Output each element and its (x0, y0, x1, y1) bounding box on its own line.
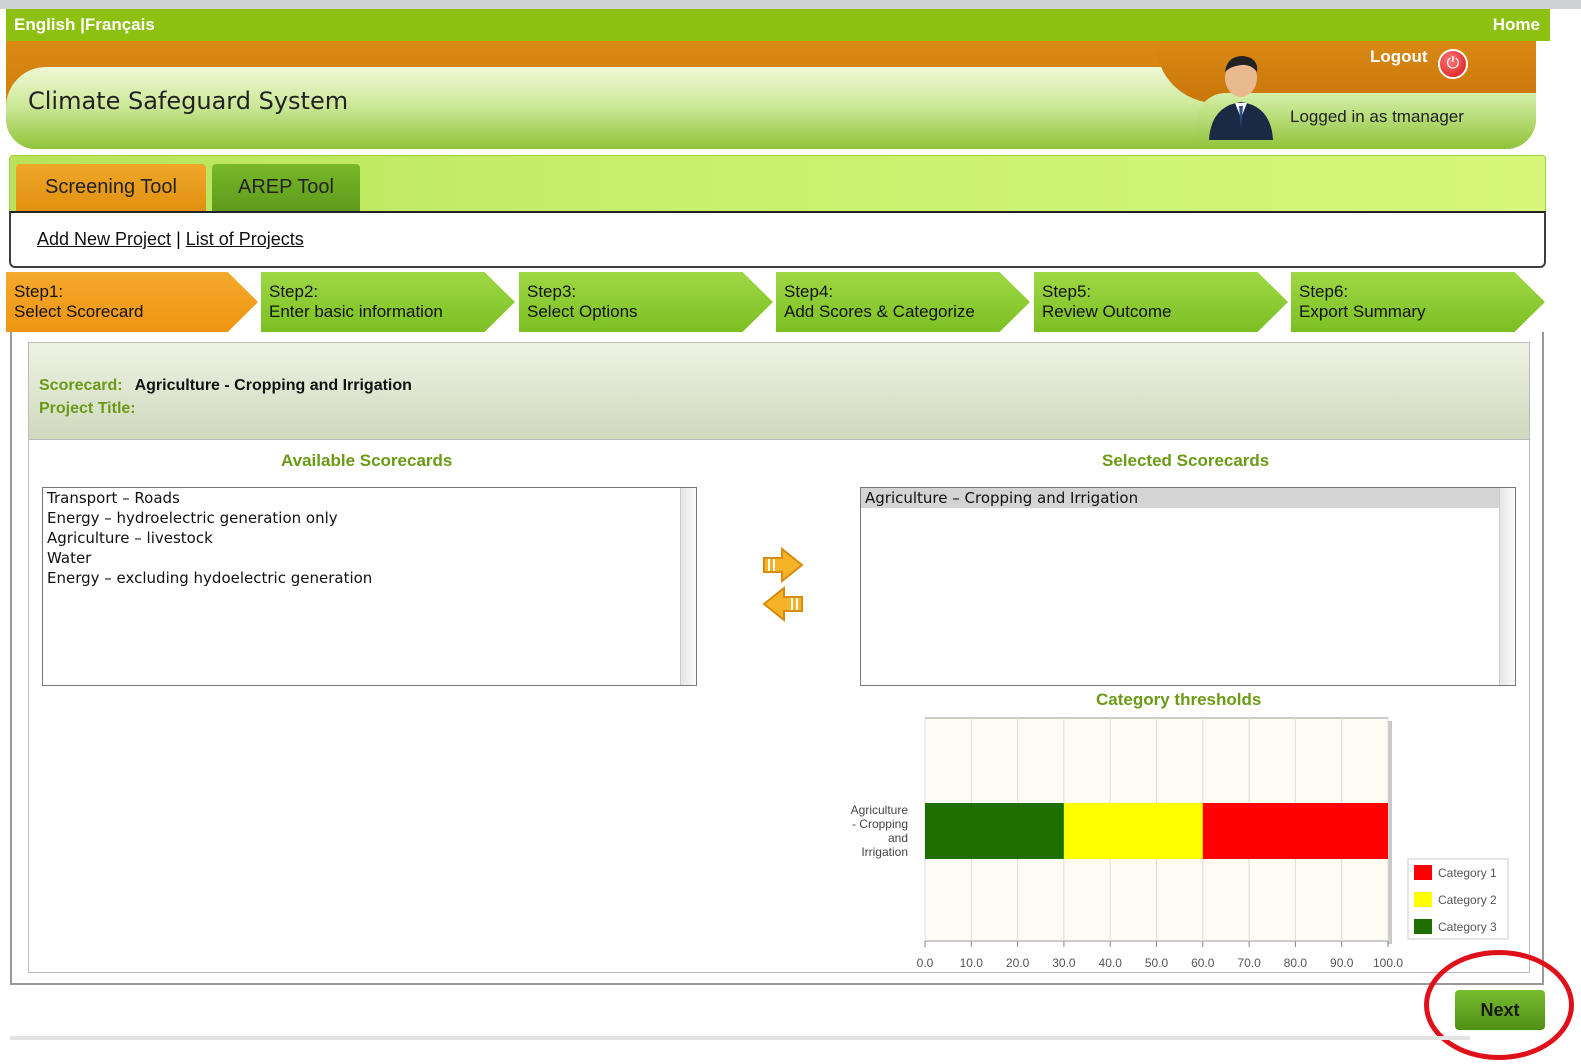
list-scrollbar[interactable] (1499, 488, 1515, 685)
x-tick-label: 60.0 (1191, 956, 1215, 970)
step-1[interactable]: Step1: Select Scorecard (6, 272, 258, 332)
app-header: Climate Safeguard System (6, 41, 1536, 149)
project-subnav: Add New Project | List of Projects (9, 211, 1546, 268)
bar-category-1 (1202, 803, 1388, 859)
tool-tabs: Screening Tool AREP Tool (9, 155, 1546, 213)
power-icon[interactable]: ⏻ (1438, 49, 1468, 79)
step-number: Step5: (1042, 282, 1092, 301)
legend-label: Category 2 (1438, 893, 1497, 907)
x-tick-label: 30.0 (1052, 956, 1076, 970)
step-label: Enter basic information (269, 302, 443, 321)
y-category-label: - Cropping (852, 817, 908, 831)
english-link[interactable]: English (14, 15, 75, 34)
top-border (0, 0, 1581, 9)
x-tick-label: 100.0 (1373, 956, 1403, 970)
list-item[interactable]: Energy – hydroelectric generation only (43, 508, 696, 528)
list-item[interactable]: Agriculture – Cropping and Irrigation (861, 488, 1499, 508)
scorecard-label: Scorecard: (39, 377, 123, 394)
step-number: Step4: (784, 282, 834, 301)
step-number: Step6: (1299, 282, 1349, 301)
add-new-project-link[interactable]: Add New Project (37, 229, 171, 249)
selected-scorecards-list[interactable]: Agriculture – Cropping and Irrigation (860, 487, 1516, 686)
user-avatar-icon (1209, 56, 1273, 140)
tab-screening-tool[interactable]: Screening Tool (16, 164, 206, 212)
step-number: Step3: (527, 282, 577, 301)
x-tick-label: 40.0 (1099, 956, 1123, 970)
bar-category-2 (1063, 803, 1203, 859)
category-thresholds-chart: 0.0 10.0 20.0 30.0 40.0 50.0 60.0 70.0 80.0 90.0 1… (851, 717, 1509, 970)
scorecard-value: Agriculture - Cropping and Irrigation (134, 377, 412, 394)
bar-category-3 (925, 803, 1064, 859)
x-tick-label: 50.0 (1145, 956, 1169, 970)
francais-link[interactable]: Français (85, 15, 155, 34)
step-label: Select Scorecard (14, 302, 144, 321)
app-title: Climate Safeguard System (28, 87, 349, 115)
step-6[interactable]: Step6: Export Summary (1291, 272, 1545, 332)
home-link[interactable]: Home (1493, 15, 1540, 35)
legend-swatch (1414, 865, 1432, 880)
step-number: Step2: (269, 282, 319, 301)
y-category-label: Irrigation (861, 845, 908, 859)
language-separator: | (75, 15, 85, 34)
plot-shadow (1388, 721, 1392, 944)
chart-title: Category thresholds (1096, 690, 1262, 709)
x-tick-label: 80.0 (1284, 956, 1308, 970)
selected-scorecards-title: Selected Scorecards (1102, 451, 1270, 470)
step-label: Review Outcome (1042, 302, 1172, 321)
y-category-label: and (888, 831, 908, 845)
x-tick-label: 70.0 (1237, 956, 1261, 970)
project-title-label: Project Title: (39, 400, 136, 417)
wizard-steps: Step1: Select Scorecard Step2: Enter bas… (6, 272, 1546, 332)
legend-label: Category 3 (1438, 920, 1497, 934)
x-tick-label: 20.0 (1006, 956, 1030, 970)
step-label: Export Summary (1299, 302, 1426, 321)
logout-link[interactable]: Logout (1370, 47, 1428, 67)
list-item[interactable]: Energy – excluding hydoelectric generati… (43, 568, 696, 588)
legend-swatch (1414, 892, 1432, 907)
list-item[interactable]: Transport – Roads (43, 488, 696, 508)
x-tick-label: 10.0 (960, 956, 984, 970)
y-category-label: Agriculture (851, 803, 909, 817)
arrow-left-icon[interactable] (762, 586, 804, 622)
step-4[interactable]: Step4: Add Scores & Categorize (776, 272, 1030, 332)
step-5[interactable]: Step5: Review Outcome (1034, 272, 1288, 332)
step-label: Select Options (527, 302, 638, 321)
list-item[interactable]: Water (43, 548, 696, 568)
available-scorecards-title: Available Scorecards (281, 451, 453, 470)
available-scorecards-list[interactable]: Transport – Roads Energy – hydroelectric… (42, 487, 697, 686)
arrow-right-icon[interactable] (762, 547, 804, 583)
list-item[interactable]: Agriculture – livestock (43, 528, 696, 548)
scorecard-header: Scorecard: Agriculture - Cropping and Irr… (28, 342, 1530, 440)
x-tick-label: 0.0 (917, 956, 934, 970)
language-switcher: English |Français (14, 15, 155, 35)
step-number: Step1: (14, 282, 64, 301)
list-scrollbar[interactable] (680, 488, 696, 685)
tab-arep-tool[interactable]: AREP Tool (212, 164, 360, 212)
step-label: Add Scores & Categorize (784, 302, 975, 321)
legend-label: Category 1 (1438, 866, 1497, 880)
logged-in-text: Logged in as tmanager (1290, 107, 1464, 126)
subnav-separator: | (171, 229, 186, 249)
list-of-projects-link[interactable]: List of Projects (186, 229, 304, 249)
legend-swatch (1414, 919, 1432, 934)
next-button[interactable]: Next (1455, 990, 1545, 1030)
bottom-border (10, 1036, 1470, 1040)
step-3[interactable]: Step3: Select Options (519, 272, 773, 332)
language-bar: English |Français Home (6, 9, 1550, 41)
x-tick-label: 90.0 (1330, 956, 1354, 970)
step-2[interactable]: Step2: Enter basic information (261, 272, 515, 332)
